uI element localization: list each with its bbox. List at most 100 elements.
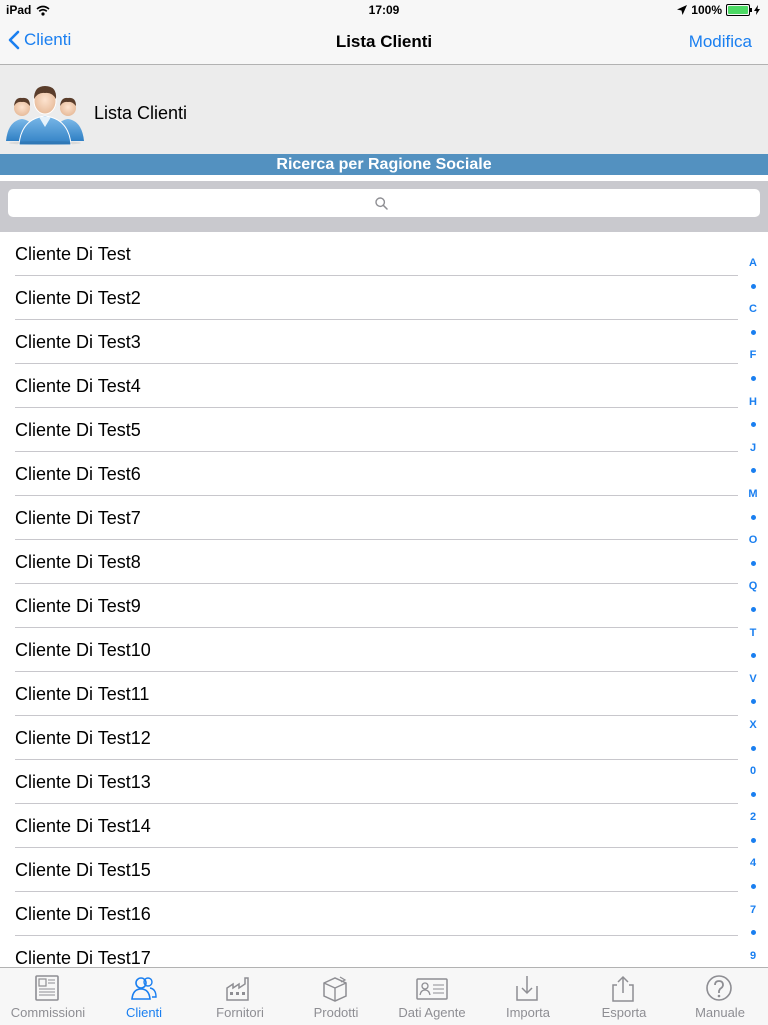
client-row[interactable]: Cliente Di Test11: [0, 672, 738, 716]
client-row[interactable]: Cliente Di Test16: [0, 892, 738, 936]
index-dot[interactable]: [743, 598, 763, 621]
index-dot[interactable]: [743, 414, 763, 437]
client-name: Cliente Di Test7: [15, 508, 141, 528]
tab-clienti[interactable]: Clienti: [96, 968, 192, 1025]
people-icon: [131, 977, 157, 1000]
tab-esporta[interactable]: Esporta: [576, 968, 672, 1025]
index-dot[interactable]: [743, 876, 763, 899]
index-letter[interactable]: 0: [743, 760, 763, 783]
page-title: Lista Clienti: [335, 32, 433, 51]
index-letter[interactable]: 4: [743, 852, 763, 875]
index-dot[interactable]: [743, 829, 763, 852]
index-letter[interactable]: T: [743, 622, 763, 645]
client-list: Cliente Di Test Cliente Di Test2 Cliente D…: [0, 232, 738, 980]
client-row[interactable]: Cliente Di Test7: [0, 496, 738, 540]
client-name: Cliente Di Test6: [15, 464, 141, 484]
client-row[interactable]: Cliente Di Test3: [0, 320, 738, 364]
search-icon: [374, 196, 388, 210]
index-dot-icon: [750, 930, 756, 936]
header-title: Lista Clienti: [94, 103, 188, 123]
client-row[interactable]: Cliente Di Test9: [0, 584, 738, 628]
client-name: Cliente Di Test13: [15, 772, 151, 792]
help-icon: [706, 975, 732, 1001]
client-row[interactable]: Cliente Di Test6: [0, 452, 738, 496]
client-name: Cliente Di Test9: [15, 596, 141, 616]
client-row[interactable]: Cliente Di Test12: [0, 716, 738, 760]
index-dot[interactable]: [743, 506, 763, 529]
tab-commissioni[interactable]: Commissioni: [0, 968, 96, 1025]
client-name: Cliente Di Test: [15, 244, 131, 264]
client-row[interactable]: Cliente Di Test10: [0, 628, 738, 672]
battery-percentage: 100%: [691, 3, 722, 17]
index-letter[interactable]: J: [743, 437, 763, 460]
tab-dati-agente[interactable]: Dati Agente: [384, 968, 480, 1025]
edit-button[interactable]: Modifica: [689, 32, 752, 52]
client-name: Cliente Di Test16: [15, 904, 151, 924]
index-dot[interactable]: [743, 783, 763, 806]
tab-label: Clienti: [125, 1005, 163, 1020]
index-letter[interactable]: F: [743, 344, 763, 367]
index-dot[interactable]: [743, 321, 763, 344]
tab-bar: Commissioni Clienti Fornitori Prodotti Dati …: [0, 967, 768, 1025]
search-bar: [0, 181, 768, 232]
index-dot[interactable]: [743, 737, 763, 760]
index-dot-icon: [750, 607, 756, 612]
tab-label: Dati Agente: [398, 1005, 466, 1020]
index-letter[interactable]: 2: [743, 806, 763, 829]
id-card-icon: [416, 978, 448, 1000]
index-letter[interactable]: A: [743, 252, 763, 275]
index-dot[interactable]: [743, 552, 763, 575]
tab-label: Importa: [505, 1005, 551, 1020]
index-dot[interactable]: [743, 645, 763, 668]
client-name: Cliente Di Test4: [15, 376, 141, 396]
index-dot-icon: [750, 837, 756, 843]
section-index[interactable]: ACF HJMOQ TVX 0 2 4 7 9: [743, 252, 763, 968]
search-mode-banner: Ricerca per Ragione Sociale: [0, 154, 768, 175]
index-dot-icon: [750, 422, 756, 428]
index-letter[interactable]: V: [743, 668, 763, 691]
index-dot-icon: [750, 699, 756, 705]
index-dot-icon: [750, 653, 756, 659]
index-dot[interactable]: [743, 460, 763, 483]
client-row[interactable]: Cliente Di Test4: [0, 364, 738, 408]
index-letter[interactable]: Q: [743, 575, 763, 598]
tab-label: Prodotti: [313, 1005, 359, 1020]
client-name: Cliente Di Test2: [15, 288, 141, 308]
battery-icon: [726, 4, 752, 16]
client-row[interactable]: Cliente Di Test2: [0, 276, 738, 320]
tab-manuale[interactable]: Manuale: [672, 968, 768, 1025]
client-row[interactable]: Cliente Di Test5: [0, 408, 738, 452]
client-name: Cliente Di Test5: [15, 420, 141, 440]
index-letter[interactable]: C: [743, 298, 763, 321]
index-dot[interactable]: [743, 275, 763, 298]
client-name: Cliente Di Test14: [15, 816, 151, 836]
location-arrow-icon: [677, 5, 688, 15]
status-right: 100%: [677, 3, 760, 17]
client-row[interactable]: Cliente Di Test8: [0, 540, 738, 584]
tab-importa[interactable]: Importa: [480, 968, 576, 1025]
ledger-icon: [35, 975, 59, 1001]
index-letter[interactable]: H: [743, 391, 763, 414]
index-letter[interactable]: 9: [743, 945, 763, 968]
index-letter[interactable]: M: [743, 483, 763, 506]
client-name: Cliente Di Test11: [15, 684, 150, 704]
index-dot[interactable]: [743, 691, 763, 714]
client-name: Cliente Di Test3: [15, 332, 141, 352]
client-row[interactable]: Cliente Di Test13: [0, 760, 738, 804]
index-dot-icon: [750, 329, 756, 335]
index-letter[interactable]: 7: [743, 899, 763, 922]
tab-prodotti[interactable]: Prodotti: [288, 968, 384, 1025]
client-name: Cliente Di Test15: [15, 860, 151, 880]
download-icon: [516, 976, 538, 1001]
index-dot[interactable]: [743, 367, 763, 390]
index-letter[interactable]: X: [743, 714, 763, 737]
index-dot-icon: [750, 376, 756, 382]
client-row[interactable]: Cliente Di Test: [0, 232, 738, 276]
index-letter[interactable]: O: [743, 529, 763, 552]
tab-fornitori[interactable]: Fornitori: [192, 968, 288, 1025]
clients-group-icon: [6, 86, 84, 145]
search-input[interactable]: [8, 189, 760, 217]
index-dot[interactable]: [743, 922, 763, 945]
client-row[interactable]: Cliente Di Test15: [0, 848, 738, 892]
client-row[interactable]: Cliente Di Test14: [0, 804, 738, 848]
